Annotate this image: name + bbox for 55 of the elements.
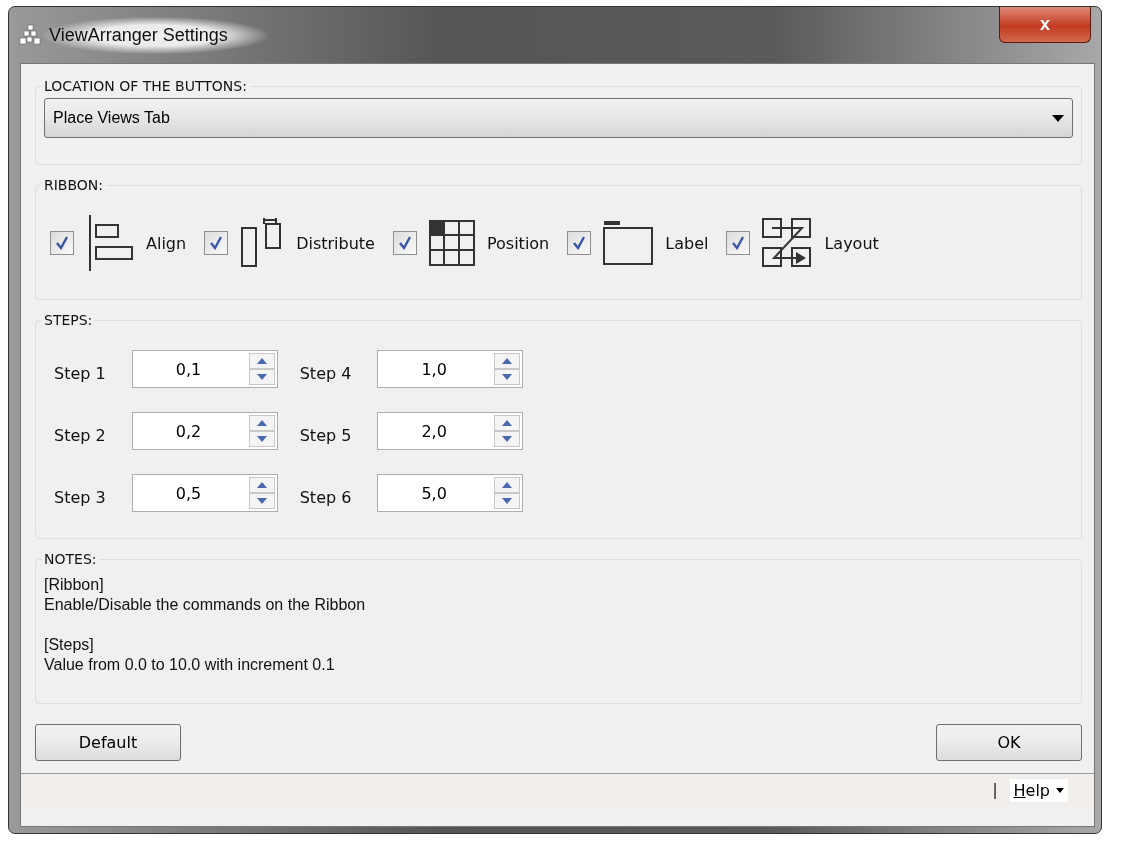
down-arrow-icon[interactable] bbox=[256, 498, 267, 504]
up-arrow-icon[interactable] bbox=[502, 420, 513, 426]
down-arrow-icon[interactable] bbox=[502, 374, 513, 380]
step-label: Step 1 bbox=[54, 363, 106, 383]
step-label: Step 5 bbox=[299, 425, 352, 445]
checkmark-icon bbox=[731, 236, 746, 250]
checkmark-icon bbox=[572, 236, 587, 250]
checkmark-icon bbox=[397, 236, 412, 250]
up-arrow-icon[interactable] bbox=[256, 358, 267, 364]
app-icon bbox=[19, 24, 41, 46]
down-arrow-icon[interactable] bbox=[502, 436, 513, 442]
checkbox-label: Distribute bbox=[296, 233, 375, 253]
step-label: Step 3 bbox=[54, 487, 106, 507]
help-menu[interactable]: Help bbox=[1009, 778, 1068, 802]
group-label: RIBBON: bbox=[43, 177, 105, 193]
checkbox-label: Label bbox=[665, 233, 709, 253]
dropdown-arrow-icon bbox=[1052, 114, 1064, 122]
step-label: Step 4 bbox=[299, 363, 352, 383]
location-dropdown[interactable]: Place Views Tab bbox=[44, 98, 1073, 138]
note-text: Enable/Disable the commands on the Ribbon bbox=[44, 595, 367, 615]
down-arrow-icon[interactable] bbox=[502, 498, 513, 504]
checkmark-icon bbox=[55, 236, 69, 250]
checkbox[interactable] bbox=[204, 231, 229, 255]
group-label: LOCATION OF THE BUTTONS: bbox=[43, 78, 248, 94]
window-title: ViewArranger Settings bbox=[43, 16, 268, 54]
note-heading: [Steps] bbox=[44, 635, 95, 655]
caret-icon bbox=[1056, 787, 1064, 793]
checkbox[interactable] bbox=[726, 231, 751, 255]
label-frame-icon bbox=[603, 221, 654, 265]
note-heading: [Ribbon] bbox=[44, 575, 105, 595]
down-arrow-icon[interactable] bbox=[256, 374, 267, 380]
up-arrow-icon[interactable] bbox=[502, 482, 513, 488]
group-label: STEPS: bbox=[43, 312, 94, 328]
close-button[interactable]: x bbox=[999, 7, 1091, 43]
step-label: Step 2 bbox=[54, 425, 106, 445]
up-arrow-icon[interactable] bbox=[256, 420, 267, 426]
checkbox-label: Align bbox=[146, 233, 187, 253]
checkbox[interactable] bbox=[50, 231, 74, 255]
default-button[interactable]: Default bbox=[35, 724, 181, 761]
grid-icon bbox=[428, 220, 475, 266]
ok-button[interactable]: OK bbox=[936, 724, 1082, 761]
separator: | bbox=[992, 781, 998, 799]
up-arrow-icon[interactable] bbox=[256, 482, 267, 488]
checkbox-label: Layout bbox=[824, 233, 879, 253]
up-arrow-icon[interactable] bbox=[502, 358, 513, 364]
checkbox[interactable] bbox=[567, 231, 592, 255]
group-label: NOTES: bbox=[43, 551, 98, 567]
checkmark-icon bbox=[209, 236, 224, 250]
step-label: Step 6 bbox=[299, 487, 352, 507]
note-text: Value from 0.0 to 10.0 with increment 0.1 bbox=[44, 655, 336, 675]
checkbox-label: Position bbox=[486, 233, 550, 253]
down-arrow-icon[interactable] bbox=[256, 436, 267, 442]
checkbox[interactable] bbox=[392, 231, 417, 255]
align-left-icon bbox=[86, 215, 134, 271]
layout-arrows-icon bbox=[762, 218, 813, 268]
